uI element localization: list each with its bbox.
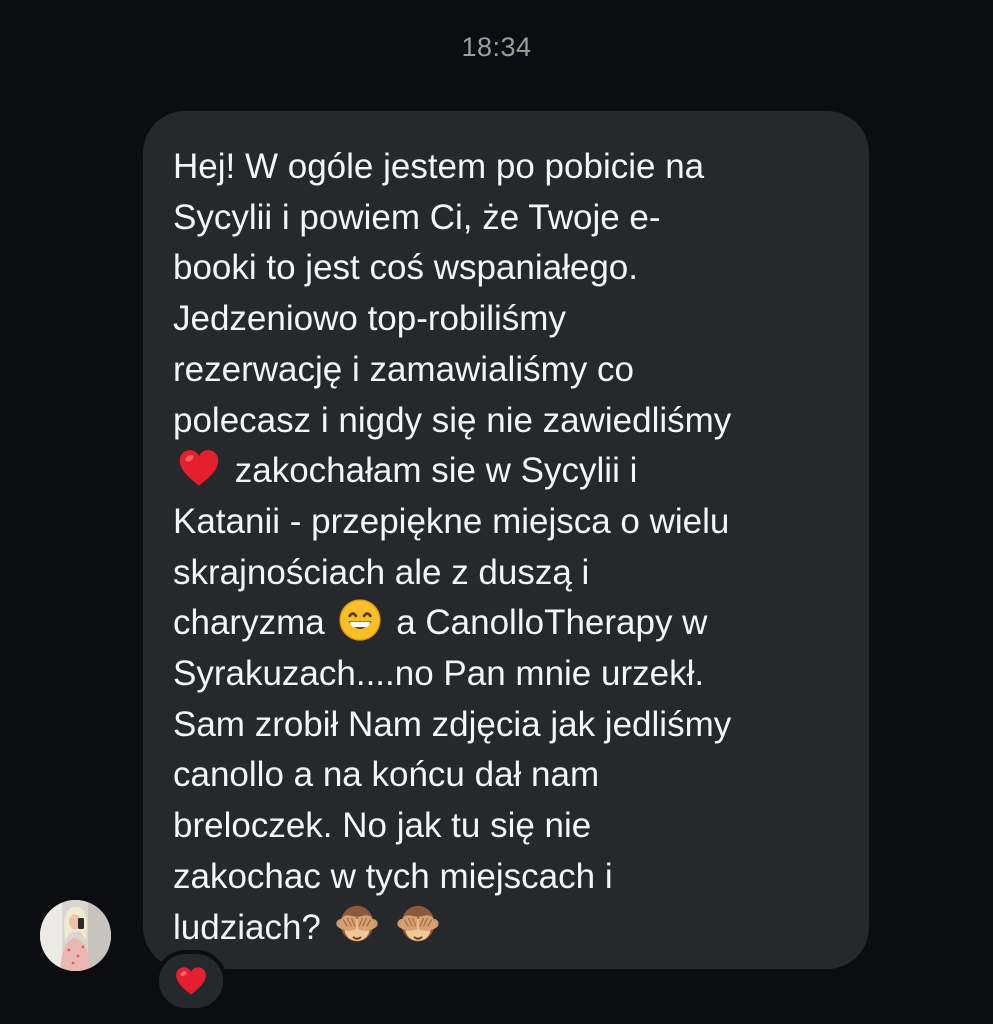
message-line-text: a CanolloTherapy w <box>396 603 708 643</box>
message-line: booki to jest coś wspaniałego. <box>173 248 638 288</box>
sender-avatar[interactable] <box>40 900 111 971</box>
message-line: Sam zrobił Nam zdjęcia jak jedliśmy <box>173 704 732 744</box>
message-line: rezerwację i zamawialiśmy co <box>173 349 634 389</box>
message-line: skrajnościach ale z duszą i <box>173 552 590 592</box>
see-no-evil-monkey-icon <box>397 905 439 942</box>
avatar-photo <box>40 900 111 971</box>
message-line-with-emoji: ludziach? <box>173 903 849 954</box>
message-line: canollo a na końcu dał nam <box>173 755 600 795</box>
message-line: Sycylii i powiem Ci, że Twoje e- <box>173 197 661 237</box>
message-line: Katanii - przepiękne miejsca o wielu <box>173 501 730 541</box>
message-line: Jedzeniowo top-robiliśmy <box>173 299 566 339</box>
message-line-with-emoji: zakochałam sie w Sycylii i <box>173 446 849 497</box>
message-reaction[interactable] <box>155 950 227 1012</box>
message-line: polecasz i nigdy się nie zawiedliśmy <box>173 400 732 440</box>
message-bubble[interactable]: Hej! W ogóle jestem po pobicie na Sycyli… <box>143 111 869 969</box>
red-heart-icon <box>179 450 219 487</box>
message-line-text: charyzma <box>173 603 325 643</box>
message-line-with-emoji: charyzma a CanolloTherapy w <box>173 598 849 649</box>
message-line-text: ludziach? <box>173 907 321 947</box>
message-line: Hej! W ogóle jestem po pobicie na <box>173 147 705 186</box>
grinning-face-icon <box>339 599 382 641</box>
message-line: zakochac w tych miejscach i <box>173 856 613 896</box>
message-timestamp: 18:34 <box>461 32 532 62</box>
see-no-evil-monkey-icon <box>336 905 378 942</box>
message-line-text: zakochałam sie w Sycylii i <box>234 451 638 491</box>
red-heart-icon <box>176 967 206 995</box>
message-line: Syrakuzach....no Pan mnie urzekł. <box>173 654 705 694</box>
message-line: breloczek. No jak tu się nie <box>173 806 592 846</box>
